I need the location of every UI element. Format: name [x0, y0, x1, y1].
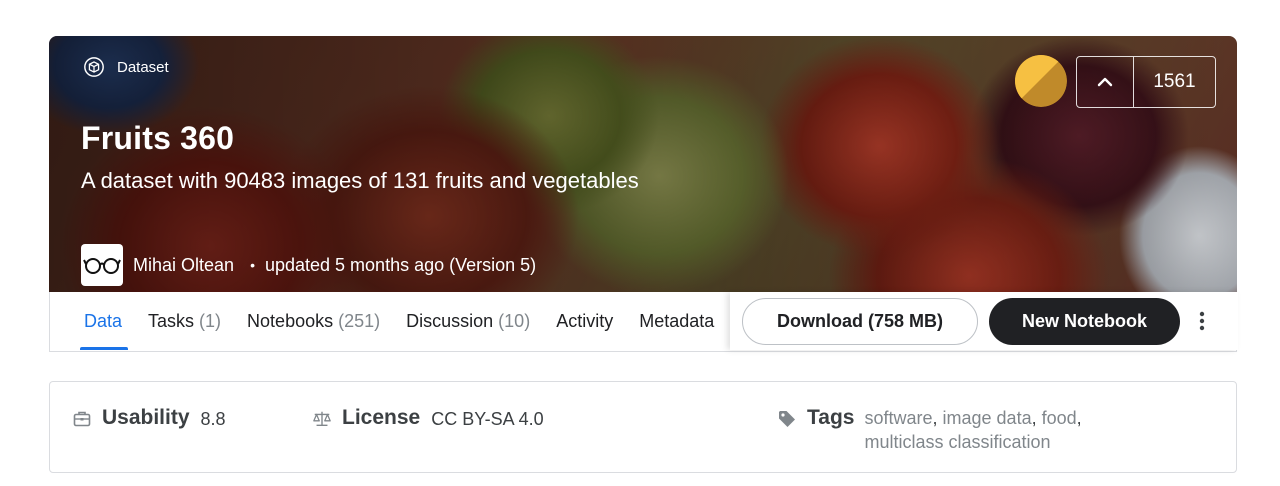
tab-label: Discussion: [406, 310, 494, 331]
dataset-tab-bar: Data Tasks (1) Notebooks (251) Discussion(…: [49, 292, 1238, 352]
separator-dot: •: [250, 257, 255, 273]
upvote-button[interactable]: [1077, 57, 1134, 107]
tab-label: Data: [84, 310, 123, 331]
tag-item[interactable]: image data: [943, 408, 1032, 428]
more-vert-icon: [1199, 311, 1205, 331]
download-button[interactable]: Download (758 MB): [742, 298, 978, 345]
dataset-actions: Download (758 MB) New Notebook: [730, 292, 1238, 350]
updated-text: updated 5 months ago (Version 5): [264, 254, 537, 275]
tab-data[interactable]: Data: [79, 292, 129, 350]
tag-icon: [779, 411, 795, 427]
glasses-icon: [83, 258, 121, 274]
new-notebook-button[interactable]: New Notebook: [989, 298, 1180, 345]
chevron-up-icon: [1097, 77, 1113, 87]
license-label: License: [342, 406, 421, 429]
scale-icon: [313, 411, 331, 427]
dataset-subtitle: A dataset with 90483 images of 131 fruit…: [81, 168, 639, 193]
upvote-widget: 1561: [1076, 56, 1216, 108]
tags-section: Tags software, image data, food, multicla…: [777, 406, 1124, 454]
tag-item[interactable]: multiclass classification: [864, 432, 1050, 452]
more-options-button[interactable]: [1192, 308, 1212, 334]
tab-count: (10): [498, 310, 531, 331]
tab-notebooks[interactable]: Notebooks (251): [247, 292, 380, 350]
license-value[interactable]: CC BY-SA 4.0: [431, 409, 543, 430]
author-avatar[interactable]: [81, 244, 123, 286]
dataset-info-card: Usability 8.8 License CC BY-SA 4.0 Tags …: [49, 381, 1237, 473]
tab-activity[interactable]: Activity: [556, 292, 613, 350]
tab-count: (1): [199, 310, 222, 331]
license-section: License CC BY-SA 4.0: [312, 406, 544, 430]
author-name[interactable]: Mihai Oltean: [133, 255, 234, 276]
vote-count: 1561: [1153, 71, 1196, 92]
usability-score: 8.8: [200, 409, 226, 429]
tab-label: Activity: [556, 310, 614, 331]
author-row: Mihai Oltean • updated 5 months ago (Ver…: [81, 244, 536, 286]
tab-list: Data Tasks (1) Notebooks (251) Discussion(…: [50, 292, 730, 350]
tab-label: Notebooks: [247, 310, 334, 331]
tags-label: Tags: [807, 406, 855, 429]
dataset-header: Dataset Fruits 360 A dataset with 90483 …: [49, 36, 1237, 292]
dataset-title: Fruits 360: [81, 120, 235, 156]
dataset-type-text: Dataset: [117, 58, 169, 76]
usability-label: Usability: [102, 406, 190, 429]
dataset-type-label: Dataset: [83, 56, 169, 78]
briefcase-icon: [73, 411, 91, 427]
tab-count: (251): [338, 310, 381, 331]
tag-list: software, image data, food, multiclass cl…: [864, 408, 1082, 452]
tag-item[interactable]: food: [1042, 408, 1077, 428]
gold-medal-icon: [1015, 55, 1067, 107]
usability-section: Usability 8.8: [72, 406, 226, 430]
tab-discussion[interactable]: Discussion (10): [406, 292, 530, 350]
tab-tasks[interactable]: Tasks (1): [148, 292, 221, 350]
tab-label: Metadata: [639, 310, 715, 331]
tab-label: Tasks: [148, 310, 195, 331]
dataset-icon: [84, 57, 104, 77]
tab-metadata[interactable]: Metadata: [639, 292, 714, 350]
tag-item[interactable]: software: [864, 408, 932, 428]
